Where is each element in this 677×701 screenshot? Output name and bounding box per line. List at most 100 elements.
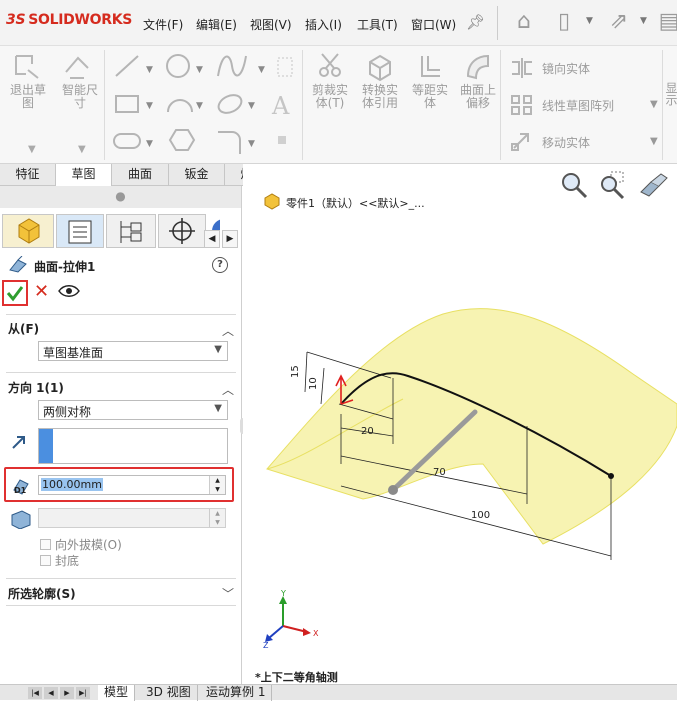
divider xyxy=(662,50,663,160)
end-condition-select[interactable]: 两侧对称 ▼ xyxy=(38,400,228,420)
chevron-down-icon[interactable]: ▼ xyxy=(640,16,647,26)
chevron-up-icon[interactable]: ︿ xyxy=(222,381,234,398)
tab-model[interactable]: 模型 xyxy=(98,685,136,701)
graphics-area[interactable]: 零件1（默认）<<默认>_... 15 10 20 70 100 Y X Z *… xyxy=(243,164,677,684)
convert-entities-icon[interactable] xyxy=(366,52,394,82)
help-icon[interactable]: ? xyxy=(212,257,228,273)
menu-view[interactable]: 视图(V) xyxy=(250,16,292,33)
menu-tools[interactable]: 工具(T) xyxy=(357,16,398,33)
depth-spinner[interactable]: ▲ ▼ xyxy=(209,476,225,494)
exit-sketch-button[interactable]: 退出草图 xyxy=(6,84,50,110)
move-entities-button[interactable]: 移动实体 xyxy=(542,134,590,151)
offset-on-surface-icon[interactable] xyxy=(464,52,492,82)
open-folder-icon[interactable]: ⇗ xyxy=(605,8,633,36)
feature-title: 曲面-拉伸1 xyxy=(34,260,96,274)
from-start-select[interactable]: 草图基准面 ▼ xyxy=(38,341,228,361)
svg-text:Z: Z xyxy=(263,641,269,650)
menu-file[interactable]: 文件(F) xyxy=(143,16,183,33)
tab-configuration-manager[interactable] xyxy=(106,214,156,248)
draft-outward-checkbox[interactable]: 向外拔模(O) xyxy=(40,536,122,553)
draft-outward-label: 向外拔模(O) xyxy=(55,538,122,552)
depth-value: 100.00mm xyxy=(41,478,103,491)
tab-motion-study[interactable]: 运动算例 1 xyxy=(200,685,273,701)
tab-3d-views[interactable]: 3D 视图 xyxy=(140,685,198,701)
trim-entities-button[interactable]: 剪裁实体(T) xyxy=(308,84,352,110)
mirror-entities-button[interactable]: 镜向实体 xyxy=(542,60,590,77)
depth-input[interactable]: 100.00mm ▲ ▼ xyxy=(38,475,226,495)
dim-15[interactable]: 15 xyxy=(290,365,301,378)
menu-edit[interactable]: 编辑(E) xyxy=(196,16,237,33)
from-section-title[interactable]: 从(F) xyxy=(8,320,39,337)
offset-on-surface-button[interactable]: 曲面上偏移 xyxy=(456,84,500,110)
convert-entities-button[interactable]: 转换实体引用 xyxy=(358,84,402,110)
panel-splitter[interactable]: ● xyxy=(0,186,241,208)
cap-end-checkbox[interactable]: 封底 xyxy=(40,552,79,569)
selection-color-strip xyxy=(39,429,53,463)
chevron-down-icon[interactable]: ﹀ xyxy=(222,585,234,602)
direction-section-title[interactable]: 方向 1(1) xyxy=(8,379,64,396)
depth-icon-label: D1 xyxy=(14,486,27,495)
svg-text:X: X xyxy=(313,629,319,638)
from-start-value: 草图基准面 xyxy=(43,346,104,360)
model-view[interactable]: 15 10 20 70 100 Y X Z xyxy=(243,164,677,684)
smart-dimension-icon[interactable] xyxy=(62,52,92,82)
chevron-up-icon[interactable]: ︿ xyxy=(222,322,234,339)
chevron-left-icon[interactable]: ◀ xyxy=(204,230,220,248)
linear-pattern-icon[interactable] xyxy=(510,94,534,116)
chevron-down-icon[interactable]: ▼ xyxy=(586,16,593,26)
dim-10[interactable]: 10 xyxy=(308,377,319,390)
chevron-down-icon[interactable]: ▼ xyxy=(650,99,658,110)
view-orientation-label: *上下二等角轴测 xyxy=(255,671,338,684)
draft-spinner[interactable]: ▲ ▼ xyxy=(209,509,225,527)
checkbox[interactable] xyxy=(40,555,51,566)
dim-70[interactable]: 70 xyxy=(433,467,446,478)
extruded-surface[interactable] xyxy=(266,308,677,545)
cancel-button[interactable]: ✕ xyxy=(34,283,49,301)
linear-sketch-pattern-button[interactable]: 线性草图阵列 xyxy=(542,97,614,114)
chevron-right-icon[interactable]: ▶ xyxy=(222,230,238,248)
exit-sketch-icon[interactable] xyxy=(12,52,42,82)
tab-property-manager[interactable] xyxy=(56,214,104,248)
home-icon[interactable]: ⌂ xyxy=(510,8,538,36)
dim-100[interactable]: 100 xyxy=(471,510,490,521)
chevron-down-icon[interactable]: ▼ xyxy=(650,136,658,147)
divider xyxy=(6,372,236,373)
pin-icon[interactable]: 📌︎ xyxy=(466,13,485,31)
tab-features[interactable]: 特征 xyxy=(0,164,56,186)
ok-button[interactable] xyxy=(2,280,28,306)
tab-sketch[interactable]: 草图 xyxy=(56,164,112,186)
menu-insert[interactable]: 插入(I) xyxy=(305,16,342,33)
tab-sheet-metal[interactable]: 钣金 xyxy=(169,164,225,186)
chevron-down-icon[interactable]: ▼ xyxy=(78,144,86,155)
offset-entities-button[interactable]: 等距实体 xyxy=(408,84,452,110)
offset-entities-icon[interactable] xyxy=(416,52,444,82)
command-manager-ribbon: 退出草图 智能尺寸 ▼ ▼ ▼ ▼ ▼ ▼ ▼ ▼ A ▼ ▼ 剪裁实体(T) … xyxy=(0,46,677,164)
move-entities-icon[interactable] xyxy=(510,130,534,152)
depth-dimension-icon: D1 xyxy=(10,476,34,496)
draft-angle-input[interactable]: ▲ ▼ xyxy=(38,508,226,528)
end-condition-value: 两侧对称 xyxy=(43,405,92,419)
tab-dimxpert-manager[interactable] xyxy=(158,214,206,248)
tab-feature-manager[interactable] xyxy=(2,214,54,248)
menu-window[interactable]: 窗口(W) xyxy=(411,16,456,33)
mirror-icon[interactable] xyxy=(510,58,534,78)
tab-scroll-controls[interactable]: |◀ ◀ ▶ ▶| xyxy=(28,687,92,699)
chevron-down-icon: ▼ xyxy=(214,403,222,414)
divider xyxy=(6,578,236,579)
direction-reference-box[interactable] xyxy=(38,428,228,464)
save-icon[interactable]: ▤ xyxy=(655,8,677,36)
display-button[interactable]: 显示 xyxy=(666,82,677,106)
direction-arrow-icon[interactable] xyxy=(10,433,28,451)
tab-surfaces[interactable]: 曲面 xyxy=(112,164,169,186)
preview-eye-icon[interactable] xyxy=(58,284,80,298)
solidworks-logo[interactable]: 3S SOLIDWORKS xyxy=(6,12,132,28)
smart-dimension-button[interactable]: 智能尺寸 xyxy=(58,84,102,110)
trim-icon[interactable] xyxy=(316,52,344,82)
reference-triad: Y X Z xyxy=(263,589,319,650)
chevron-down-icon[interactable]: ▼ xyxy=(28,144,36,155)
draft-icon[interactable] xyxy=(10,509,32,530)
checkbox[interactable] xyxy=(40,539,51,550)
selected-contours-title[interactable]: 所选轮廓(S) xyxy=(8,585,76,602)
new-document-icon[interactable]: ▯ xyxy=(550,8,578,36)
dim-20[interactable]: 20 xyxy=(361,426,374,437)
